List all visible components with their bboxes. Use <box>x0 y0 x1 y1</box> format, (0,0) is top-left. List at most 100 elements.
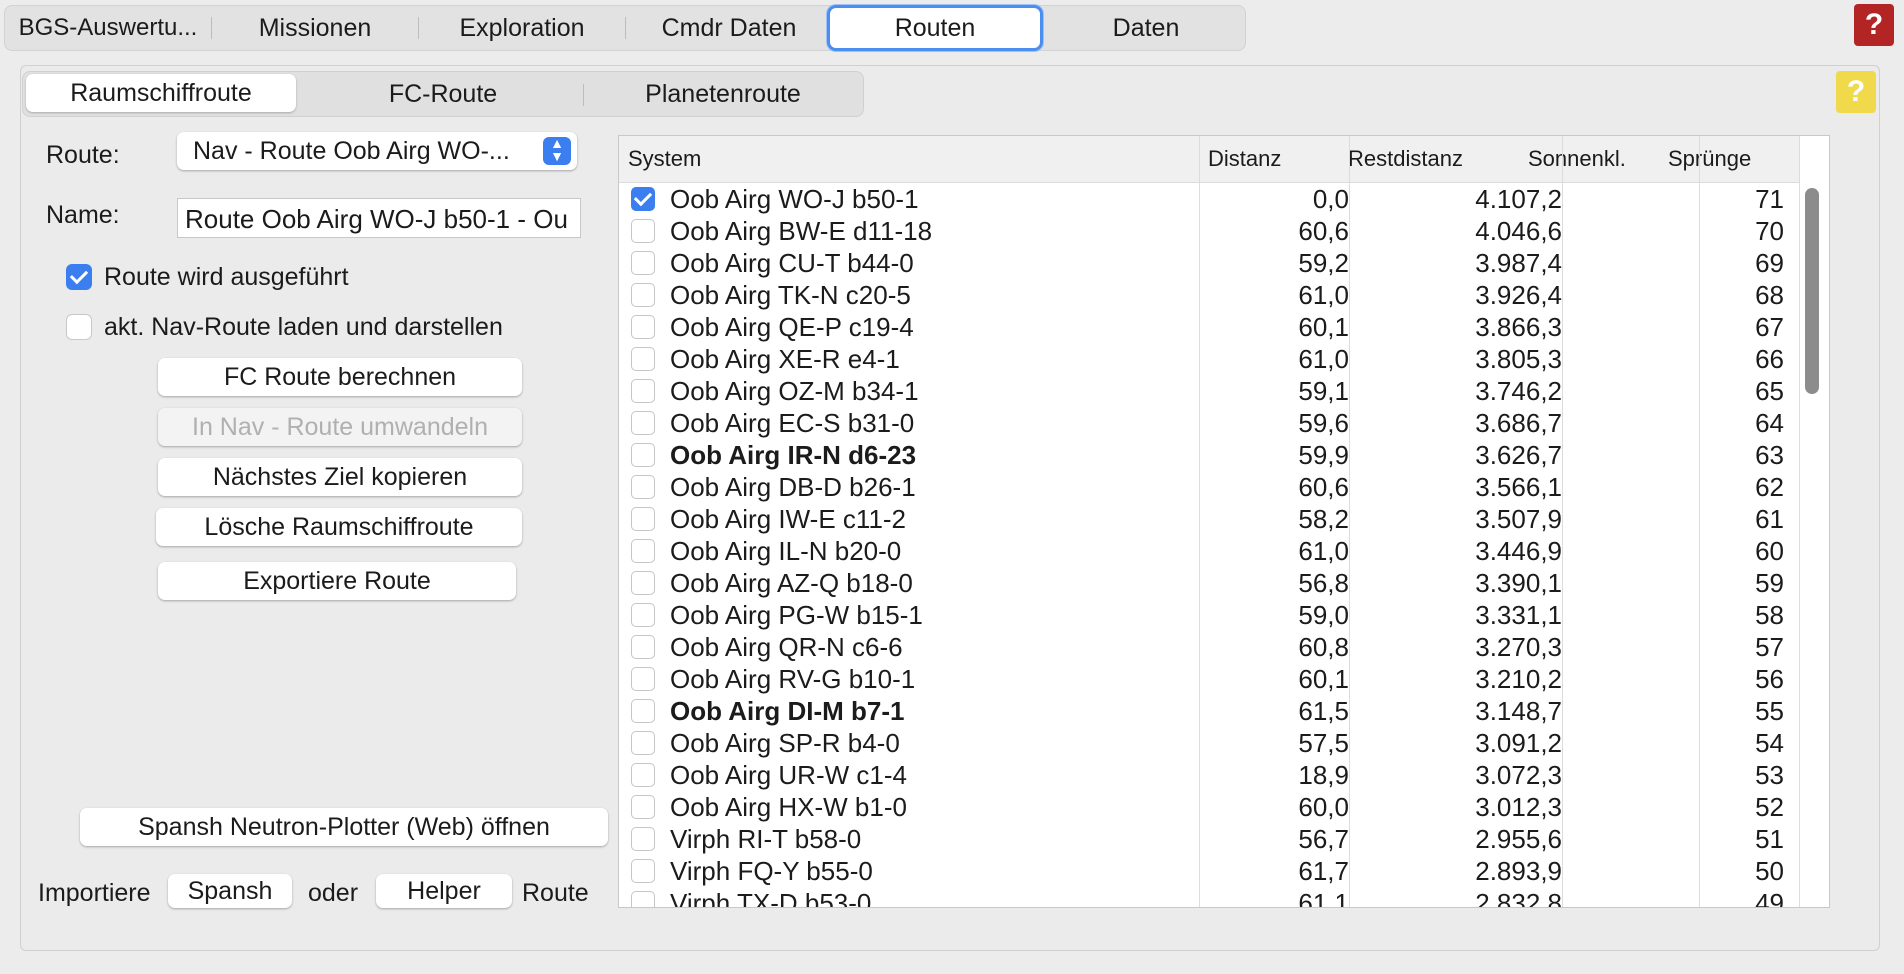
table-row[interactable]: Oob Airg QE-P c19-4 60,1 3.866,3 67 <box>619 311 1799 343</box>
row-checkbox[interactable] <box>631 539 655 563</box>
route-name-field[interactable]: Route Oob Airg WO-J b50-1 - Ou <box>177 198 581 238</box>
tab-cmdr-daten[interactable]: Cmdr Daten <box>626 6 832 50</box>
rest-distance-value: 3.446,9 <box>1475 536 1562 566</box>
row-checkbox[interactable] <box>631 411 655 435</box>
row-checkbox[interactable] <box>631 347 655 371</box>
jumps-value: 56 <box>1755 664 1784 694</box>
copy-next-target-button[interactable]: Nächstes Ziel kopieren <box>158 458 522 496</box>
row-checkbox[interactable] <box>631 827 655 851</box>
row-checkbox[interactable] <box>631 283 655 307</box>
table-row[interactable]: Oob Airg BW-E d11-18 60,6 4.046,6 70 <box>619 215 1799 247</box>
route-word-label: Route <box>522 879 589 907</box>
table-row[interactable]: Oob Airg AZ-Q b18-0 56,8 3.390,1 59 <box>619 567 1799 599</box>
row-checkbox[interactable] <box>631 731 655 755</box>
table-row[interactable]: Oob Airg PG-W b15-1 59,0 3.331,1 58 <box>619 599 1799 631</box>
table-row[interactable]: Oob Airg WO-J b50-1 0,0 4.107,2 71 <box>619 183 1799 215</box>
table-row[interactable]: Oob Airg IR-N d6-23 59,9 3.626,7 63 <box>619 439 1799 471</box>
tab-planetenroute[interactable]: Planetenroute <box>588 72 858 116</box>
row-checkbox[interactable] <box>631 571 655 595</box>
row-checkbox[interactable] <box>631 891 655 907</box>
table-row[interactable]: Oob Airg TK-N c20-5 61,0 3.926,4 68 <box>619 279 1799 311</box>
table-row[interactable]: Oob Airg HX-W b1-0 60,0 3.012,3 52 <box>619 791 1799 823</box>
jumps-value: 49 <box>1755 888 1784 908</box>
table-row[interactable]: Oob Airg UR-W c1-4 18,9 3.072,3 53 <box>619 759 1799 791</box>
system-name: Oob Airg DB-D b26-1 <box>670 472 916 502</box>
row-checkbox[interactable] <box>631 667 655 691</box>
table-row[interactable]: Oob Airg IL-N b20-0 61,0 3.446,9 60 <box>619 535 1799 567</box>
route-select[interactable]: Nav - Route Oob Airg WO-... ▲ ▼ <box>177 132 577 170</box>
table-row[interactable]: Oob Airg DB-D b26-1 60,6 3.566,1 62 <box>619 471 1799 503</box>
tab-daten[interactable]: Daten <box>1043 6 1249 50</box>
jumps-value: 71 <box>1755 184 1784 214</box>
jumps-value: 52 <box>1755 792 1784 822</box>
table-header: System Distanz Restdistanz Sonnenkl. Spr… <box>619 136 1799 183</box>
row-checkbox[interactable] <box>631 699 655 723</box>
table-row[interactable]: Virph FQ-Y b55-0 61,7 2.893,9 50 <box>619 855 1799 887</box>
load-nav-route-checkbox[interactable] <box>66 314 92 340</box>
row-checkbox[interactable] <box>631 379 655 403</box>
jumps-value: 70 <box>1755 216 1784 246</box>
row-checkbox[interactable] <box>631 187 655 211</box>
convert-to-nav-button[interactable]: In Nav - Route umwandeln <box>158 408 522 446</box>
row-checkbox[interactable] <box>631 507 655 531</box>
table-row[interactable]: Oob Airg OZ-M b34-1 59,1 3.746,2 65 <box>619 375 1799 407</box>
spansh-plotter-button[interactable]: Spansh Neutron-Plotter (Web) öffnen <box>80 808 608 846</box>
delete-route-button[interactable]: Lösche Raumschiffroute <box>156 508 522 546</box>
table-row[interactable]: Oob Airg SP-R b4-0 57,5 3.091,2 54 <box>619 727 1799 759</box>
row-checkbox[interactable] <box>631 219 655 243</box>
tab-routen[interactable]: Routen <box>827 5 1043 51</box>
rest-distance-value: 3.210,2 <box>1475 664 1562 694</box>
export-route-button[interactable]: Exportiere Route <box>158 562 516 600</box>
select-stepper-icon: ▲ ▼ <box>543 136 571 165</box>
table-row[interactable]: Oob Airg RV-G b10-1 60,1 3.210,2 56 <box>619 663 1799 695</box>
table-row[interactable]: Oob Airg QR-N c6-6 60,8 3.270,3 57 <box>619 631 1799 663</box>
table-row[interactable]: Oob Airg DI-M b7-1 61,5 3.148,7 55 <box>619 695 1799 727</box>
tab-raumschiffroute[interactable]: Raumschiffroute <box>26 74 296 112</box>
row-checkbox[interactable] <box>631 859 655 883</box>
row-checkbox[interactable] <box>631 795 655 819</box>
help-yellow-icon[interactable]: ? <box>1836 71 1876 113</box>
row-checkbox[interactable] <box>631 315 655 339</box>
col-restdistanz[interactable]: Restdistanz <box>1339 136 1519 182</box>
col-system[interactable]: System <box>619 136 1199 182</box>
jumps-value: 69 <box>1755 248 1784 278</box>
route-executing-checkbox[interactable] <box>66 264 92 290</box>
import-spansh-button[interactable]: Spansh <box>168 874 292 908</box>
rest-distance-value: 2.893,9 <box>1475 856 1562 886</box>
table-scrollbar[interactable] <box>1805 188 1819 394</box>
rest-distance-value: 3.805,3 <box>1475 344 1562 374</box>
rest-distance-value: 3.091,2 <box>1475 728 1562 758</box>
tab-fc-route[interactable]: FC-Route <box>308 72 578 116</box>
table-row[interactable]: Oob Airg XE-R e4-1 61,0 3.805,3 66 <box>619 343 1799 375</box>
table-row[interactable]: Oob Airg EC-S b31-0 59,6 3.686,7 64 <box>619 407 1799 439</box>
col-sonnenklasse[interactable]: Sonnenkl. <box>1519 136 1659 182</box>
tab-missionen[interactable]: Missionen <box>212 6 418 50</box>
import-helper-button[interactable]: Helper <box>376 874 512 908</box>
fc-route-calc-button[interactable]: FC Route berechnen <box>158 358 522 396</box>
distance-value: 60,6 <box>1298 472 1349 502</box>
row-checkbox[interactable] <box>631 603 655 627</box>
tab-exploration[interactable]: Exploration <box>419 6 625 50</box>
jumps-value: 57 <box>1755 632 1784 662</box>
table-row[interactable]: Oob Airg IW-E c11-2 58,2 3.507,9 61 <box>619 503 1799 535</box>
row-checkbox[interactable] <box>631 443 655 467</box>
table-row[interactable]: Virph TX-D b53-0 61,1 2.832,8 49 <box>619 887 1799 908</box>
col-distanz[interactable]: Distanz <box>1199 136 1339 182</box>
row-checkbox[interactable] <box>631 763 655 787</box>
system-name: Oob Airg IL-N b20-0 <box>670 536 902 566</box>
distance-value: 60,0 <box>1298 792 1349 822</box>
distance-value: 60,6 <box>1298 216 1349 246</box>
row-checkbox[interactable] <box>631 635 655 659</box>
tab-bgs-auswertung[interactable]: BGS-Auswertu... <box>5 6 211 50</box>
distance-value: 59,1 <box>1298 376 1349 406</box>
row-checkbox[interactable] <box>631 251 655 275</box>
row-checkbox[interactable] <box>631 475 655 499</box>
system-name: Oob Airg PG-W b15-1 <box>670 600 923 630</box>
table-row[interactable]: Virph RI-T b58-0 56,7 2.955,6 51 <box>619 823 1799 855</box>
table-row[interactable]: Oob Airg CU-T b44-0 59,2 3.987,4 69 <box>619 247 1799 279</box>
system-name: Oob Airg EC-S b31-0 <box>670 408 915 438</box>
col-spruenge[interactable]: Sprünge <box>1659 136 1799 182</box>
rest-distance-value: 2.955,6 <box>1475 824 1562 854</box>
system-name: Oob Airg OZ-M b34-1 <box>670 376 919 406</box>
help-red-icon[interactable]: ? <box>1854 4 1894 46</box>
